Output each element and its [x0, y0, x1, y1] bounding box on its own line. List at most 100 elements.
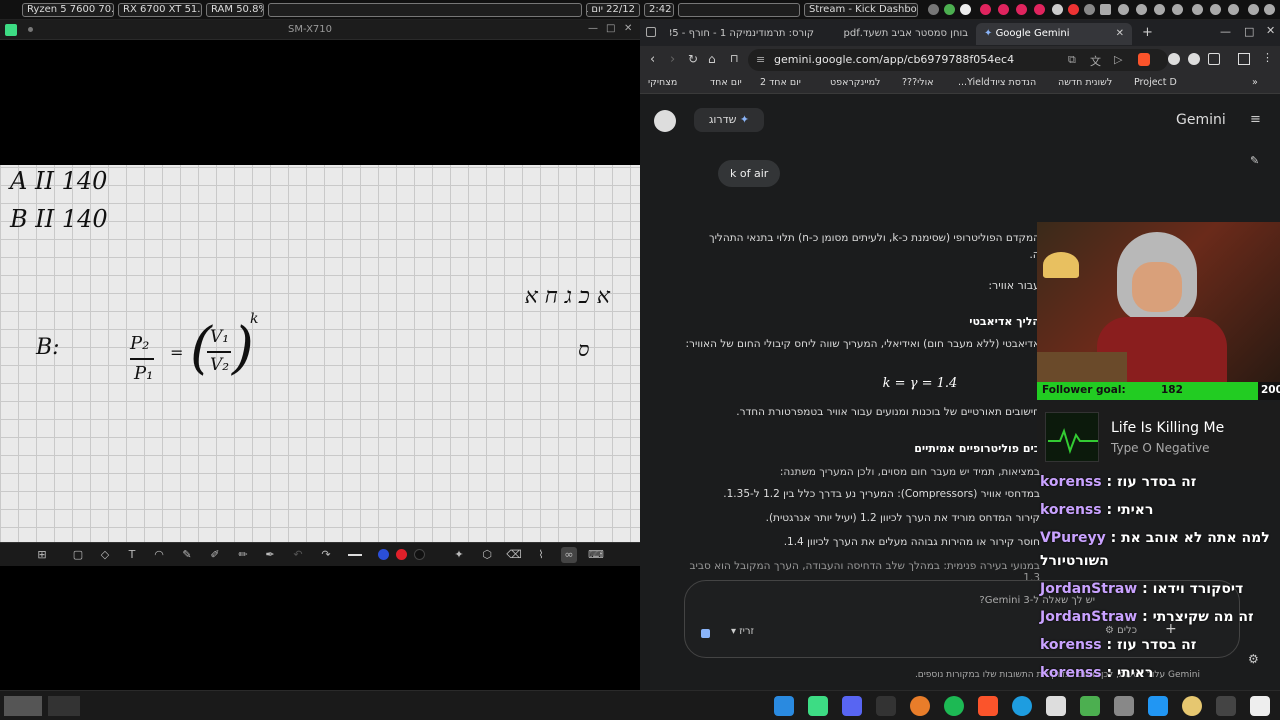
files-icon[interactable] [1114, 696, 1134, 716]
app-icon[interactable] [1250, 696, 1270, 716]
brave-icon[interactable] [978, 696, 998, 716]
site-info-icon[interactable]: ≡ [756, 53, 765, 66]
redo-icon[interactable]: ↷ [318, 547, 334, 563]
extension-icon[interactable] [1208, 53, 1220, 65]
eraser-icon[interactable]: ⌫ [506, 547, 522, 563]
tray-icon[interactable] [1068, 4, 1079, 15]
drawing-canvas[interactable]: A II 140 B II 140 א כ ג ח א B: P₂ P₁ = (… [0, 165, 640, 563]
start-icon[interactable] [774, 696, 794, 716]
app-icon[interactable] [1046, 696, 1066, 716]
sidebar-icon[interactable] [1238, 53, 1250, 65]
steam-icon[interactable] [1052, 4, 1063, 15]
tray-icon[interactable] [1034, 4, 1045, 15]
tray-icon[interactable] [944, 4, 955, 15]
page-icon[interactable]: ▢ [70, 547, 86, 563]
chat-username[interactable]: korenss [1040, 665, 1102, 681]
window-title-empty[interactable] [268, 3, 582, 17]
tray-icon[interactable] [1100, 4, 1111, 15]
back-icon[interactable]: ‹ [650, 52, 655, 67]
steam-icon[interactable] [876, 696, 896, 716]
bookmark-item[interactable]: מצחיקי [648, 77, 677, 88]
close-icon[interactable]: ✕ [1266, 24, 1275, 37]
settings-icon[interactable]: ⚙ [1248, 652, 1259, 666]
app-icon[interactable] [910, 696, 930, 716]
shapes-icon[interactable]: ◇ [97, 547, 113, 563]
pencil-icon[interactable]: ✐ [207, 547, 223, 563]
menu-icon[interactable] [1264, 4, 1275, 15]
close-tab-icon[interactable]: ✕ [1116, 23, 1124, 45]
power-icon[interactable] [1228, 4, 1239, 15]
menu-dots-icon[interactable]: ⋮ [1262, 51, 1273, 64]
store-icon[interactable] [1148, 696, 1168, 716]
bookmark-item[interactable]: יום אחד [710, 77, 742, 88]
empty-task[interactable] [678, 3, 800, 17]
tab-gemini[interactable]: ✦ Google Gemini ✕ [976, 23, 1132, 45]
stop-icon[interactable] [701, 629, 710, 638]
forward-icon[interactable]: › [670, 52, 675, 67]
extension-icon[interactable] [1188, 53, 1200, 65]
upgrade-button[interactable]: ✦ שדרוג [694, 108, 764, 132]
highlighter-icon[interactable]: ✒ [262, 547, 278, 563]
home-icon[interactable]: ⌂ [708, 52, 716, 66]
chat-username[interactable]: korenss [1040, 502, 1102, 518]
app-icon[interactable] [1080, 696, 1100, 716]
active-window-title[interactable]: Stream - Kick Dashboa... [804, 3, 918, 17]
bookmark-item[interactable]: יום אחד 2 [760, 77, 801, 88]
tray-icon[interactable] [980, 4, 991, 15]
tray-icon[interactable] [998, 4, 1009, 15]
tab-pdf[interactable]: קורס: תרמודינמיקה 1 - חורף - 035: [670, 23, 822, 45]
minimize-icon[interactable]: — [1220, 25, 1231, 38]
undo-icon[interactable]: ↶ [290, 547, 306, 563]
discord-icon[interactable] [842, 696, 862, 716]
window-thumbnail[interactable] [48, 696, 80, 716]
tools-button[interactable]: כלים ⚙ [1105, 625, 1137, 636]
chat-username[interactable]: JordanStraw [1040, 581, 1137, 597]
brush-icon[interactable]: ⌇ [533, 547, 549, 563]
brave-icon[interactable] [1138, 53, 1150, 66]
app-icon[interactable] [1182, 696, 1202, 716]
app-icon[interactable] [1216, 696, 1236, 716]
link-icon[interactable]: ∞ [561, 547, 577, 563]
network-icon[interactable] [1154, 4, 1165, 15]
text-icon[interactable]: T [124, 547, 140, 563]
spotify-icon[interactable] [944, 696, 964, 716]
model-selector[interactable]: זריז ▾ [731, 626, 754, 637]
avatar[interactable] [654, 110, 676, 132]
bookmark-item[interactable]: Project D [1134, 77, 1177, 88]
hamburger-icon[interactable]: ≡ [1250, 112, 1261, 127]
maximize-icon[interactable]: □ [1244, 25, 1254, 38]
wifi-icon[interactable] [1192, 4, 1203, 15]
reload-icon[interactable]: ↻ [688, 52, 698, 66]
pen-icon[interactable]: ✎ [179, 547, 195, 563]
color-black[interactable] [414, 549, 425, 560]
android-icon[interactable] [808, 696, 828, 716]
tab-course[interactable]: בוחן סמסטר אביב תשעד.pdf [826, 23, 976, 45]
chat-username[interactable]: korenss [1040, 637, 1102, 653]
close-icon[interactable]: ✕ [624, 23, 632, 34]
open-icon[interactable]: ⧉ [1068, 53, 1076, 67]
stroke-width-icon[interactable] [348, 554, 362, 556]
magic-icon[interactable]: ✦ [451, 547, 467, 563]
bookmark-icon[interactable]: ⊓ [730, 52, 739, 65]
tray-icon[interactable] [1016, 4, 1027, 15]
tray-icon[interactable] [1084, 4, 1095, 15]
grid-icon[interactable]: ⊞ [34, 547, 50, 563]
translate-icon[interactable]: 文 [1090, 53, 1101, 69]
new-tab-icon[interactable]: + [1142, 25, 1153, 40]
bookmark-item[interactable]: Yield... [958, 77, 990, 88]
cast-icon[interactable]: ▷ [1114, 53, 1122, 66]
chat-username[interactable]: VPureyy [1040, 530, 1106, 546]
color-red[interactable] [396, 549, 407, 560]
bookmark-item[interactable]: לשונית חדשה [1058, 77, 1112, 88]
extension-icon[interactable] [1168, 53, 1180, 65]
new-chat-icon[interactable]: ✎ [1250, 154, 1259, 167]
tab-search-icon[interactable] [646, 27, 656, 37]
chat-username[interactable]: korenss [1040, 474, 1102, 490]
keyboard-icon[interactable]: ⌨ [588, 547, 604, 563]
chat-username[interactable]: JordanStraw [1040, 609, 1137, 625]
lasso-icon[interactable]: ◠ [151, 547, 167, 563]
bookmark-item[interactable]: למיינקראפט [830, 77, 880, 88]
settings-icon[interactable] [1248, 4, 1259, 15]
notification-icon[interactable] [1210, 4, 1221, 15]
url-bar[interactable]: ≡ gemini.google.com/app/cb6979788f054ec4 [748, 49, 1168, 71]
